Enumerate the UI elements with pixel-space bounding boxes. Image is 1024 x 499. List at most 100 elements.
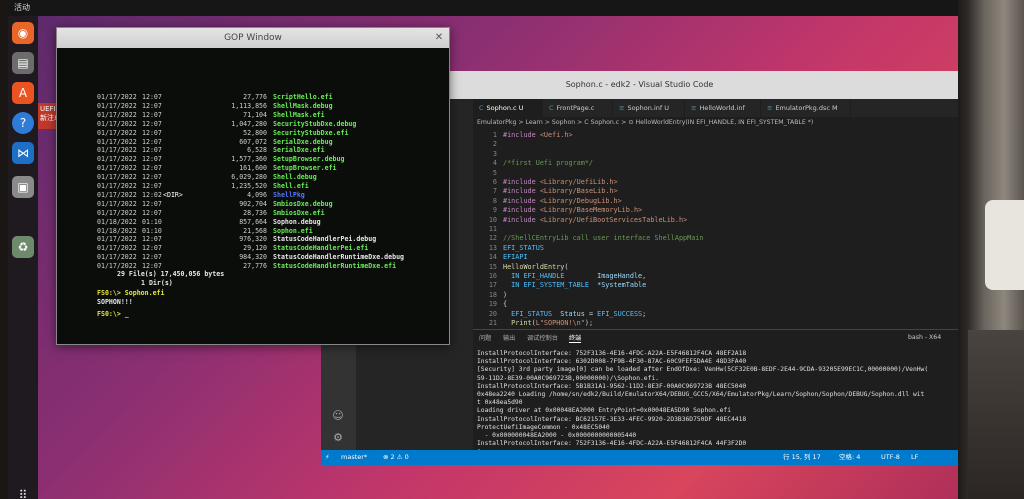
line-ending[interactable]: LF	[911, 450, 918, 465]
cursor-position[interactable]: 行 15, 列 17	[783, 450, 821, 465]
desk-background	[968, 330, 1024, 499]
panel-tab-terminal[interactable]: 终端	[569, 333, 582, 343]
code-text: EFIAPI	[503, 253, 528, 261]
editor-tabs: C Sophon.c U C FrontPage.c ≡ Sophon.inf U ≡…	[473, 99, 958, 117]
entry-time: 12:07	[142, 146, 162, 155]
code-text: {	[503, 300, 507, 308]
entry-size: 1,113,856	[231, 101, 267, 110]
shell-command: FS0:\> Sophon.efi	[97, 289, 165, 297]
tab-helloworld-inf[interactable]: ≡ HelloWorld.inf	[685, 99, 761, 117]
entry-name: SerialDxe.debug	[273, 137, 333, 146]
code-text: )	[503, 291, 507, 299]
close-icon[interactable]: ✕	[433, 32, 445, 44]
entry-name: Sophon.debug	[273, 217, 321, 226]
entry-time: 12:07	[142, 244, 162, 253]
code-line: 15 HelloWorldEntry(	[473, 263, 958, 272]
gop-console[interactable]: 01/17/2022 12:07 27,776 ScriptHello.efi 01/1…	[57, 48, 449, 344]
vscode-icon[interactable]: ⋈	[12, 142, 34, 164]
code-token: *SystemTable	[588, 281, 647, 290]
code-text: #include <Uefi.h>	[503, 131, 573, 139]
code-token: ImageHandle	[564, 272, 643, 280]
code-token: #include	[503, 131, 540, 139]
line-number: 5	[492, 168, 497, 177]
entry-date: 01/17/2022	[97, 244, 137, 253]
shell-prompt[interactable]: FS0:\> _	[97, 310, 129, 319]
terminal-selector[interactable]: bash - X64	[908, 334, 941, 341]
problems-count[interactable]: ⊗ 2 ⚠ 0	[383, 450, 409, 465]
software-icon[interactable]: A	[12, 82, 34, 104]
code-token: Status	[552, 309, 585, 318]
gop-titlebar[interactable]: GOP Window ✕	[57, 28, 449, 48]
panel-tab-problems[interactable]: 问题	[479, 333, 491, 342]
help-icon[interactable]: ?	[12, 112, 34, 134]
dock: ◉ ▤ A ? ⋈ ▣ ♻ ⠿	[8, 16, 38, 499]
code-line: 2	[473, 140, 958, 149]
gop-window: GOP Window ✕ 01/17/2022 12:07 27,776 Script…	[56, 27, 450, 345]
code-line: 17 IN EFI_SYSTEM_TABLE *SystemTable	[473, 281, 958, 290]
code-token: ;	[642, 309, 647, 318]
trash-icon[interactable]: ♻	[12, 236, 34, 258]
code-token: )	[503, 290, 508, 299]
code-text: Print(L"SOPHON!\n");	[503, 319, 593, 327]
code-line: 20 EFI_STATUS Status = EFI_SUCCESS;	[473, 310, 958, 319]
indent-spaces[interactable]: 空格: 4	[839, 450, 860, 465]
code-token: (	[564, 262, 569, 271]
panel-tab-debug-console[interactable]: 调试控制台	[527, 333, 558, 342]
top-bar: 活动	[8, 0, 958, 16]
tab-emulatorpkg-dsc[interactable]: ≡ EmulatorPkg.dsc M	[761, 99, 851, 117]
entry-name: StatusCodeHandlerRuntimeDxe.debug	[273, 253, 405, 262]
remote-icon[interactable]: ⚡	[325, 450, 330, 465]
terminal-line: 0x48ea2240 Loading /home/sn/edk2/Build/E…	[477, 391, 925, 398]
line-number: 6	[492, 178, 497, 186]
account-icon[interactable]: ☺	[331, 409, 345, 423]
tab-sophon-inf[interactable]: ≡ Sophon.inf U	[613, 99, 685, 117]
terminal-line: t 0x48ea5d90	[477, 399, 523, 407]
firefox-icon[interactable]: ◉	[12, 22, 34, 44]
entry-name: SecurityStubDxe.efi	[273, 128, 349, 137]
entry-date: 01/17/2022	[97, 146, 137, 155]
entry-size: 607,072	[239, 137, 267, 146]
code-token: Print	[503, 319, 532, 327]
code-token: <Library/UefiBootServicesTableLib.h>	[539, 215, 688, 224]
breadcrumb[interactable]: EmulatorPkg > Learn > Sophon > C Sophon.…	[473, 117, 958, 129]
code-line: 19 {	[473, 300, 958, 309]
line-number: 13	[488, 243, 497, 252]
code-text: #include <Library/UefiBootServicesTableL…	[503, 216, 687, 224]
code-line: 13 EFI_STATUS	[473, 244, 958, 253]
code-line: 12 //ShellCEntryLib call user interface S…	[473, 234, 958, 243]
entry-time: 12:07	[142, 199, 162, 208]
encoding[interactable]: UTF-8	[881, 450, 900, 465]
code-token: HelloWorldEntry	[503, 262, 565, 271]
entry-date: 01/17/2022	[97, 164, 137, 173]
entry-date: 01/17/2022	[97, 190, 137, 199]
panel-tab-output[interactable]: 输出	[503, 333, 515, 342]
entry-size: 1,047,280	[231, 119, 267, 128]
code-token: /*first Uefi program*/	[503, 159, 594, 168]
entry-name: Sophon.efi	[273, 226, 313, 235]
settings-gear-icon[interactable]: ⚙	[331, 431, 345, 445]
line-number: 15	[488, 262, 497, 271]
inf-file-icon: ≡	[691, 104, 697, 112]
code-token: EFIAPI	[503, 253, 528, 262]
line-number: 3	[492, 149, 497, 158]
entry-time: 12:07	[142, 182, 162, 190]
entry-name: StatusCodeHandlerRuntimeDxe.efi	[273, 262, 397, 271]
entry-size: 29,120	[243, 244, 267, 253]
entry-name: ScriptHello.efi	[273, 93, 333, 101]
status-bar: ⚡ master* ⊗ 2 ⚠ 0 行 15, 列 17 空格: 4 UTF-8…	[321, 450, 958, 465]
line-number: 17	[488, 281, 497, 290]
entry-name: Shell.efi	[273, 182, 309, 190]
entry-size: 902,704	[239, 199, 267, 208]
files-icon[interactable]: ▤	[12, 52, 34, 74]
activities-button[interactable]: 活动	[14, 3, 30, 12]
desk-object	[985, 200, 1024, 290]
tab-frontpage-c[interactable]: C FrontPage.c	[543, 99, 613, 117]
git-branch[interactable]: master*	[341, 450, 367, 465]
code-text: IN EFI_SYSTEM_TABLE *SystemTable	[503, 281, 646, 289]
tab-sophon-c[interactable]: C Sophon.c U	[473, 99, 543, 117]
app-icon-1[interactable]: ▣	[12, 176, 34, 198]
editor[interactable]: C Sophon.c U C FrontPage.c ≡ Sophon.inf U ≡…	[473, 99, 958, 329]
show-apps-icon[interactable]: ⠿	[16, 488, 30, 499]
code-token: #include	[503, 187, 540, 196]
entry-time: 12:07	[142, 119, 162, 128]
